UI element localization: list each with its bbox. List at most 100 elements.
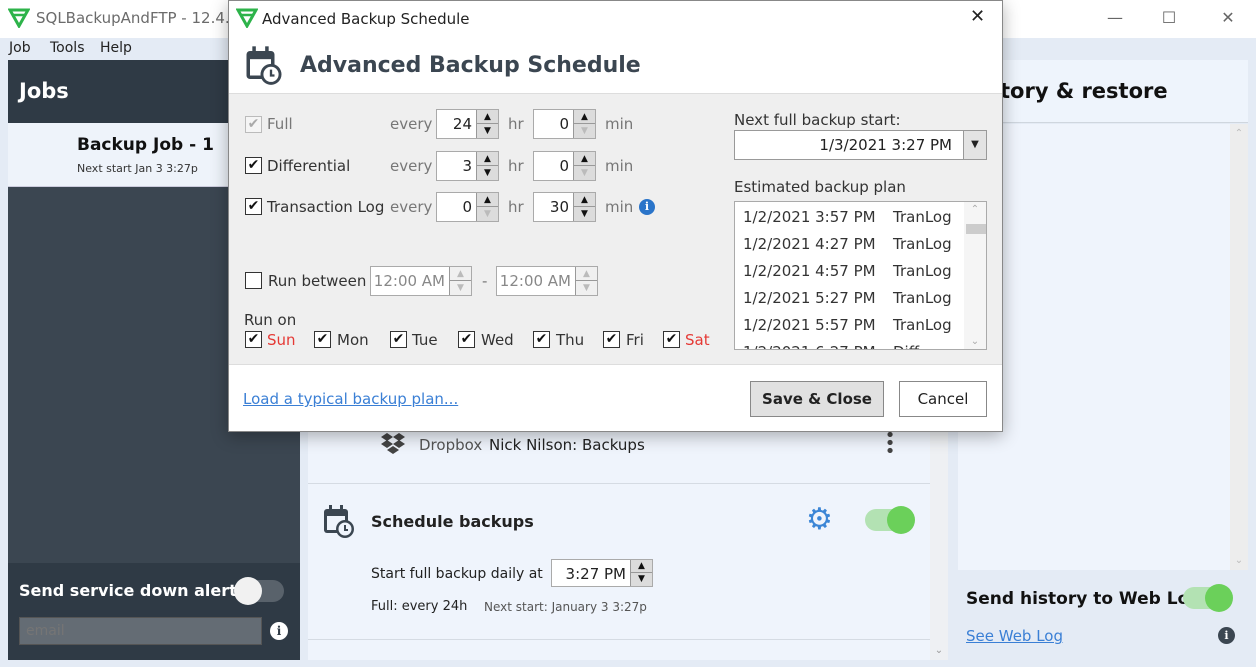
transaction-log-minutes-stepper[interactable]: 30 ▲ ▼ [533, 192, 596, 222]
history-scrollbar[interactable]: ⌃ ⌄ [1230, 124, 1248, 570]
run-to-time-stepper[interactable]: 12:00 AM ▲ ▼ [496, 266, 598, 296]
run-between-label: Run between [268, 272, 367, 290]
transaction-log-minutes-value: 30 [549, 198, 569, 216]
chevron-up-icon[interactable]: ▲ [477, 193, 498, 207]
chevron-down-icon[interactable]: ▼ [450, 281, 471, 295]
chevron-up-icon[interactable]: ▲ [477, 152, 498, 166]
chevron-down-icon[interactable]: ▼ [477, 166, 498, 180]
transaction-log-hours-stepper[interactable]: 0 ▲ ▼ [436, 192, 499, 222]
toggle-knob [887, 506, 915, 534]
run-from-time-stepper[interactable]: 12:00 AM ▲ ▼ [370, 266, 472, 296]
chevron-up-icon[interactable]: ▲ [574, 110, 595, 124]
plan-type: Diff [893, 343, 919, 349]
chevron-up-icon[interactable]: ⌃ [964, 204, 986, 215]
chevron-down-icon[interactable]: ▼ [574, 207, 595, 221]
differential-checkbox[interactable]: ✔ [245, 157, 262, 174]
day-sat-checkbox[interactable]: ✔ [663, 331, 680, 348]
info-icon[interactable]: i [639, 199, 655, 215]
chevron-down-icon[interactable]: ▼ [477, 207, 498, 221]
full-minutes-value: 0 [559, 115, 569, 133]
full-checkbox[interactable]: ✔ [245, 116, 262, 133]
weblog-toggle[interactable] [1183, 584, 1233, 612]
menu-tools[interactable]: Tools [50, 40, 85, 56]
day-fri-checkbox[interactable]: ✔ [603, 331, 620, 348]
full-minutes-stepper[interactable]: 0 ▲ ▼ [533, 109, 596, 139]
chevron-down-icon[interactable]: ▼ [576, 281, 597, 295]
plan-label: Estimated backup plan [734, 178, 906, 196]
plan-type: TranLog [893, 235, 952, 253]
scroll-thumb[interactable] [966, 224, 986, 234]
schedule-calendar-icon [324, 505, 354, 538]
info-icon[interactable]: i [270, 622, 288, 640]
run-on-label: Run on [244, 311, 297, 329]
schedule-toggle[interactable] [865, 506, 915, 534]
chevron-up-icon[interactable]: ▲ [574, 152, 595, 166]
cancel-button[interactable]: Cancel [899, 381, 987, 417]
chevron-down-icon[interactable]: ▼ [574, 124, 595, 138]
day-wed-checkbox[interactable]: ✔ [458, 331, 475, 348]
schedule-calendar-icon [246, 46, 282, 85]
full-hours-stepper[interactable]: 24 ▲ ▼ [436, 109, 499, 139]
differential-minutes-stepper[interactable]: 0 ▲ ▼ [533, 151, 596, 181]
differential-hours-stepper[interactable]: 3 ▲ ▼ [436, 151, 499, 181]
job-name[interactable]: Backup Job - 1 [77, 135, 214, 155]
plan-time: 1/2/2021 3:57 PM [743, 208, 876, 226]
dialog-close-button[interactable]: ✕ [970, 6, 985, 27]
day-fri-label: Fri [626, 331, 644, 349]
see-web-log-link[interactable]: See Web Log [966, 627, 1063, 645]
plan-type: TranLog [893, 208, 952, 226]
chevron-down-icon[interactable]: ▼ [477, 124, 498, 138]
middle-scrollbar[interactable]: ⌄ [930, 420, 948, 660]
next-full-datetime-picker[interactable]: 1/3/2021 3:27 PM ▼ [734, 130, 987, 160]
list-item: 1/2/2021 4:27 PM TranLog [743, 235, 952, 253]
day-sun-label: Sun [267, 331, 296, 349]
day-sun-checkbox[interactable]: ✔ [245, 331, 262, 348]
chevron-up-icon[interactable]: ▲ [576, 267, 597, 281]
plan-time: 1/2/2021 4:57 PM [743, 262, 876, 280]
day-tue-checkbox[interactable]: ✔ [390, 331, 407, 348]
transaction-log-label: Transaction Log [267, 198, 385, 216]
plan-time: 1/2/2021 6:27 PM [743, 343, 893, 349]
alerts-toggle[interactable] [234, 577, 284, 605]
plan-type: TranLog [893, 316, 952, 334]
info-icon[interactable]: i [1218, 627, 1235, 644]
chevron-down-icon[interactable]: ⌄ [964, 336, 986, 347]
job-settings-panel [308, 420, 930, 660]
minimize-button[interactable]: — [1103, 8, 1127, 27]
plan-time: 1/2/2021 4:27 PM [743, 235, 876, 253]
day-mon-checkbox[interactable]: ✔ [314, 331, 331, 348]
more-options-icon[interactable]: • • • [884, 427, 896, 461]
history-title: tory & restore [1000, 79, 1168, 103]
chevron-up-icon[interactable]: ▲ [450, 267, 471, 281]
menu-help[interactable]: Help [100, 40, 132, 56]
chevron-up-icon[interactable]: ▲ [631, 560, 652, 573]
chevron-down-icon[interactable]: ▼ [574, 166, 595, 180]
plan-type: TranLog [893, 289, 952, 307]
email-input[interactable] [19, 617, 262, 645]
destination-path: Nick Nilson: Backups [489, 436, 645, 454]
chevron-down-icon[interactable]: ▼ [963, 131, 986, 159]
plan-scrollbar[interactable]: ⌃ ⌄ [964, 202, 986, 349]
maximize-button[interactable]: ☐ [1157, 8, 1181, 27]
dialog-heading: Advanced Backup Schedule [300, 53, 641, 78]
transaction-log-checkbox[interactable]: ✔ [245, 198, 262, 215]
chevron-up-icon[interactable]: ▲ [477, 110, 498, 124]
backup-plan-list[interactable]: 1/2/2021 3:57 PM TranLog 1/2/2021 4:27 PM… [734, 201, 987, 350]
chevron-up-icon[interactable]: ▲ [574, 193, 595, 207]
dropbox-icon [381, 433, 405, 454]
run-between-checkbox[interactable] [245, 272, 262, 289]
menu-job[interactable]: Job [9, 40, 31, 56]
day-mon-label: Mon [337, 331, 369, 349]
start-time-label: Start full backup daily at [371, 566, 543, 582]
day-tue-label: Tue [412, 331, 438, 349]
chevron-down-icon[interactable]: ▼ [631, 573, 652, 586]
load-typical-plan-link[interactable]: Load a typical backup plan... [243, 390, 458, 408]
list-item: 1/2/2021 3:57 PM TranLog [743, 208, 952, 226]
day-thu-checkbox[interactable]: ✔ [533, 331, 550, 348]
start-time-stepper[interactable]: 3:27 PM ▲ ▼ [551, 559, 653, 587]
gear-icon[interactable]: ⚙ [806, 505, 833, 535]
save-close-button[interactable]: Save & Close [750, 381, 884, 417]
full-frequency: Full: every 24h [371, 599, 468, 614]
alerts-section [8, 563, 300, 660]
close-button[interactable]: ✕ [1216, 8, 1240, 27]
